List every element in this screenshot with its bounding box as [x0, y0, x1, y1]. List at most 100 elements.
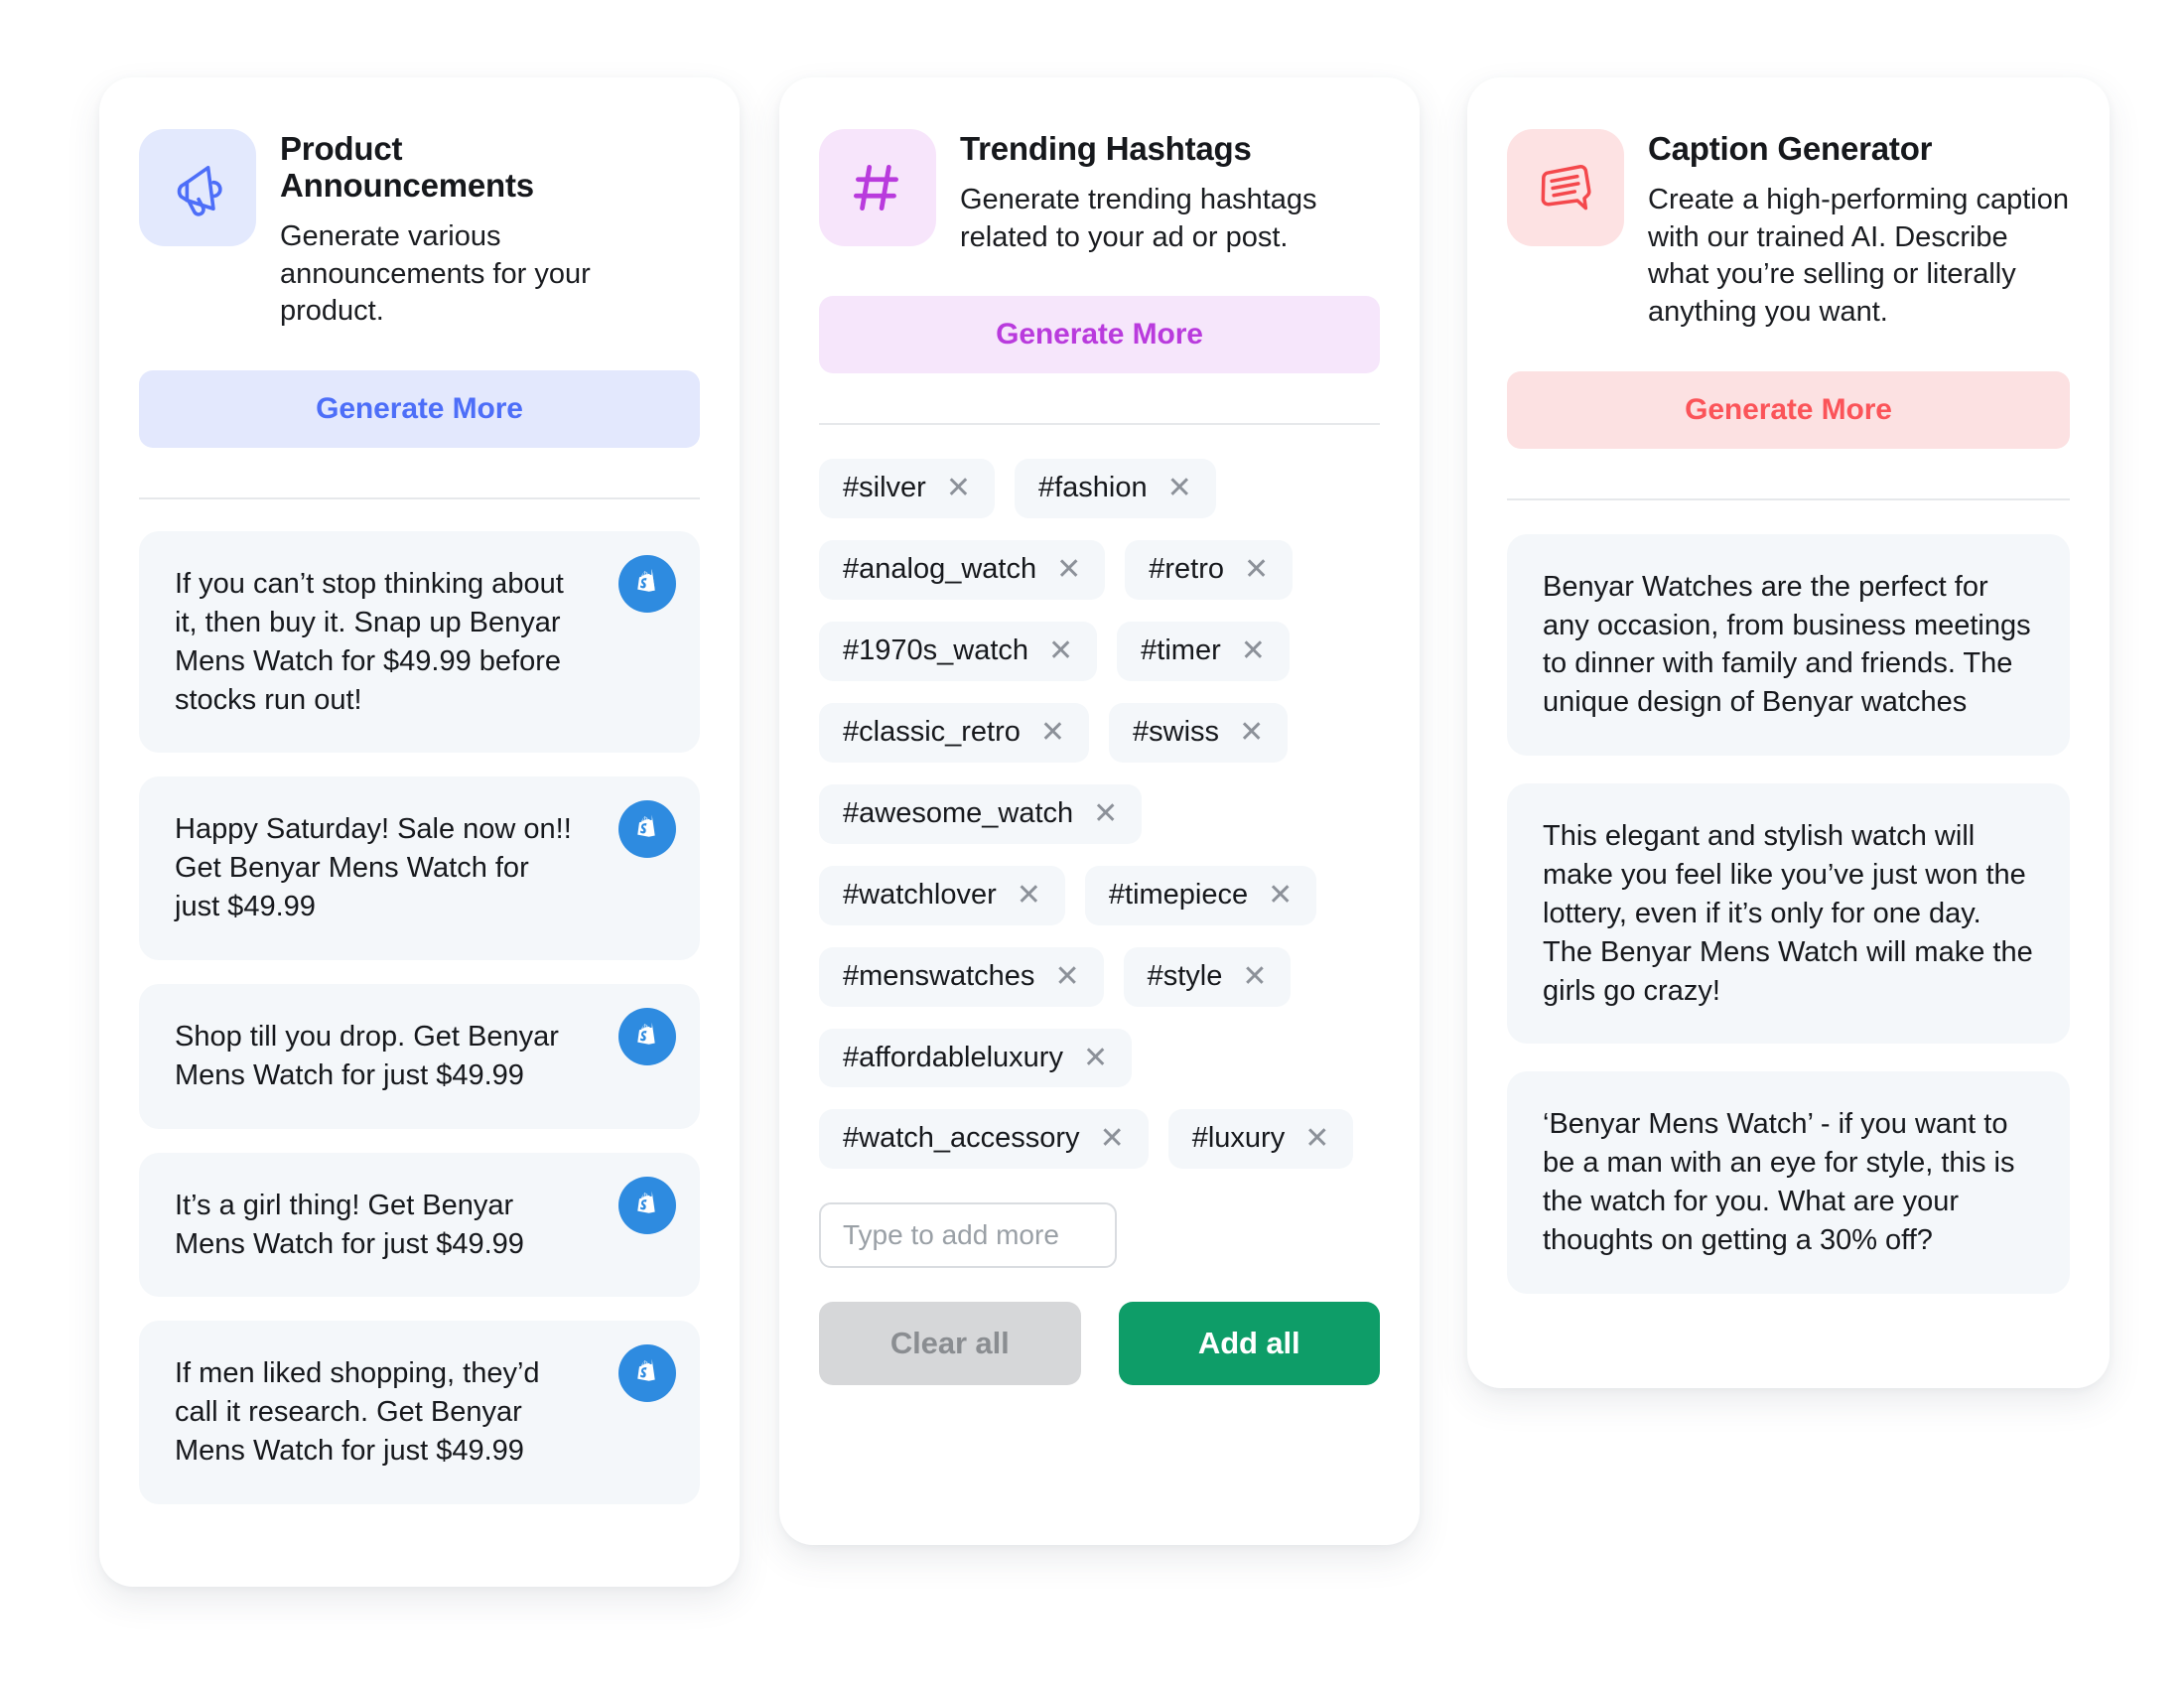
speech-bubble-icon [1507, 129, 1624, 246]
product-announcements-card: Product Announcements Generate various a… [99, 77, 740, 1587]
generate-more-hashtags-button[interactable]: Generate More [819, 296, 1380, 374]
hashtag-chip[interactable]: #watchlover ✕ [819, 865, 1065, 925]
caption-text: Benyar Watches are the perfect for any o… [1543, 570, 2031, 719]
close-icon[interactable]: ✕ [1242, 961, 1267, 992]
hashtag-label: #awesome_watch [843, 796, 1074, 829]
list-item[interactable]: If men liked shopping, they’d call it re… [139, 1321, 700, 1504]
close-icon[interactable]: ✕ [1040, 717, 1065, 748]
close-icon[interactable]: ✕ [1167, 474, 1192, 503]
hashtag-label: #style [1147, 959, 1223, 992]
megaphone-icon [139, 129, 256, 246]
announcements-list: If you can’t stop thinking about it, the… [139, 530, 700, 1504]
trending-hashtags-card: Trending Hashtags Generate trending hash… [779, 77, 1420, 1545]
close-icon[interactable]: ✕ [1100, 1124, 1125, 1154]
hashtag-chip[interactable]: #style ✕ [1123, 946, 1292, 1007]
hashtag-chip[interactable]: #fashion ✕ [1014, 459, 1216, 519]
list-item[interactable]: Shop till you drop. Get Benyar Mens Watc… [139, 983, 700, 1129]
hashtag-chip[interactable]: #menswatches ✕ [819, 946, 1104, 1007]
card-header-text: Trending Hashtags Generate trending hash… [960, 129, 1380, 256]
announcement-text: Shop till you drop. Get Benyar Mens Watc… [175, 1020, 559, 1091]
hashtag-label: #1970s_watch [843, 634, 1029, 667]
close-icon[interactable]: ✕ [1239, 717, 1264, 748]
caption-text: This elegant and stylish watch will make… [1543, 820, 2033, 1007]
shopify-icon[interactable] [618, 1344, 676, 1403]
hashtag-chip[interactable]: #luxury ✕ [1167, 1109, 1354, 1170]
page-title: Caption Generator [1648, 130, 1933, 167]
hashtag-label: #swiss [1133, 716, 1220, 748]
page-title: Trending Hashtags [960, 130, 1252, 167]
close-icon[interactable]: ✕ [946, 474, 971, 503]
close-icon[interactable]: ✕ [1083, 1043, 1108, 1073]
generate-more-captions-button[interactable]: Generate More [1507, 370, 2070, 449]
hashtag-label: #affordableluxury [843, 1041, 1063, 1073]
list-item[interactable]: Benyar Watches are the perfect for any o… [1507, 533, 2070, 757]
close-icon[interactable]: ✕ [1017, 880, 1041, 911]
hashtag-chip[interactable]: #affordableluxury ✕ [819, 1028, 1133, 1088]
header-divider [139, 496, 700, 499]
close-icon[interactable]: ✕ [1056, 555, 1081, 585]
announcement-text: If you can’t stop thinking about it, the… [175, 567, 564, 716]
add-hashtag-input[interactable] [819, 1202, 1117, 1269]
hashtag-chip[interactable]: #silver ✕ [819, 459, 995, 519]
hashtag-actions: Clear all Add all [819, 1302, 1380, 1386]
hashtag-label: #fashion [1037, 472, 1148, 504]
card-description: Generate trending hashtags related to yo… [960, 183, 1317, 253]
clear-all-button[interactable]: Clear all [819, 1302, 1081, 1386]
close-icon[interactable]: ✕ [1268, 880, 1293, 911]
list-item[interactable]: Happy Saturday! Sale now on!! Get Benyar… [139, 776, 700, 960]
hashtag-chip[interactable]: #timepiece ✕ [1084, 865, 1317, 925]
hashtag-chip-list: #silver ✕ #fashion ✕ #analog_watch ✕ #retro… [819, 459, 1380, 1170]
card-header: Caption Generator Create a high-performi… [1507, 129, 2070, 332]
close-icon[interactable]: ✕ [1093, 798, 1118, 829]
shopify-icon[interactable] [618, 800, 676, 859]
close-icon[interactable]: ✕ [1304, 1124, 1329, 1154]
hashtag-chip[interactable]: #1970s_watch ✕ [819, 622, 1098, 681]
hashtag-chip[interactable]: #awesome_watch ✕ [819, 783, 1143, 844]
announcement-text: It’s a girl thing! Get Benyar Mens Watch… [175, 1189, 524, 1260]
hashtag-label: #retro [1149, 553, 1225, 586]
card-header-text: Caption Generator Create a high-performi… [1648, 129, 2070, 332]
header-divider [819, 423, 1380, 426]
list-item[interactable]: It’s a girl thing! Get Benyar Mens Watch… [139, 1152, 700, 1298]
close-icon[interactable]: ✕ [1244, 555, 1269, 585]
announcement-text: If men liked shopping, they’d call it re… [175, 1357, 540, 1468]
hashtag-label: #classic_retro [843, 716, 1021, 748]
close-icon[interactable]: ✕ [1048, 636, 1073, 666]
hash-icon [819, 129, 936, 246]
close-icon[interactable]: ✕ [1241, 636, 1266, 666]
hashtag-chip[interactable]: #swiss ✕ [1109, 703, 1289, 763]
hashtag-label: #watchlover [843, 878, 997, 911]
add-all-button[interactable]: Add all [1118, 1302, 1380, 1386]
hashtag-label: #menswatches [843, 959, 1035, 992]
page-title: Product Announcements [280, 130, 534, 204]
close-icon[interactable]: ✕ [1054, 961, 1079, 992]
cards-board: Product Announcements Generate various a… [0, 0, 2184, 1688]
generate-more-announcements-button[interactable]: Generate More [139, 369, 700, 448]
shopify-icon[interactable] [618, 554, 676, 613]
caption-text: ‘Benyar Mens Watch’ - if you want to be … [1543, 1108, 2015, 1257]
hashtag-label: #timer [1141, 634, 1221, 667]
list-item[interactable]: ‘Benyar Mens Watch’ - if you want to be … [1507, 1071, 2070, 1294]
captions-list: Benyar Watches are the perfect for any o… [1507, 533, 2070, 1294]
hashtag-label: #analog_watch [843, 553, 1037, 586]
list-item[interactable]: This elegant and stylish watch will make… [1507, 783, 2070, 1045]
list-item[interactable]: If you can’t stop thinking about it, the… [139, 530, 700, 754]
card-description: Create a high-performing caption with ou… [1648, 183, 2069, 329]
hashtag-label: #timepiece [1108, 878, 1249, 911]
shopify-icon[interactable] [618, 1176, 676, 1234]
hashtag-chip[interactable]: #watch_accessory ✕ [819, 1109, 1149, 1170]
card-header: Trending Hashtags Generate trending hash… [819, 129, 1380, 256]
hashtag-label: #luxury [1191, 1122, 1286, 1155]
caption-generator-card: Caption Generator Create a high-performi… [1467, 77, 2110, 1388]
hashtag-label: #silver [843, 472, 926, 504]
hashtag-chip[interactable]: #analog_watch ✕ [819, 540, 1106, 601]
hashtag-chip[interactable]: #timer ✕ [1117, 622, 1290, 681]
card-header-text: Product Announcements Generate various a… [280, 129, 700, 331]
hashtag-label: #watch_accessory [843, 1122, 1080, 1155]
hashtag-chip[interactable]: #classic_retro ✕ [819, 703, 1090, 763]
announcement-text: Happy Saturday! Sale now on!! Get Benyar… [175, 813, 572, 923]
hashtag-chip[interactable]: #retro ✕ [1125, 540, 1294, 601]
card-header: Product Announcements Generate various a… [139, 129, 700, 331]
shopify-icon[interactable] [618, 1007, 676, 1065]
header-divider [1507, 497, 2070, 500]
